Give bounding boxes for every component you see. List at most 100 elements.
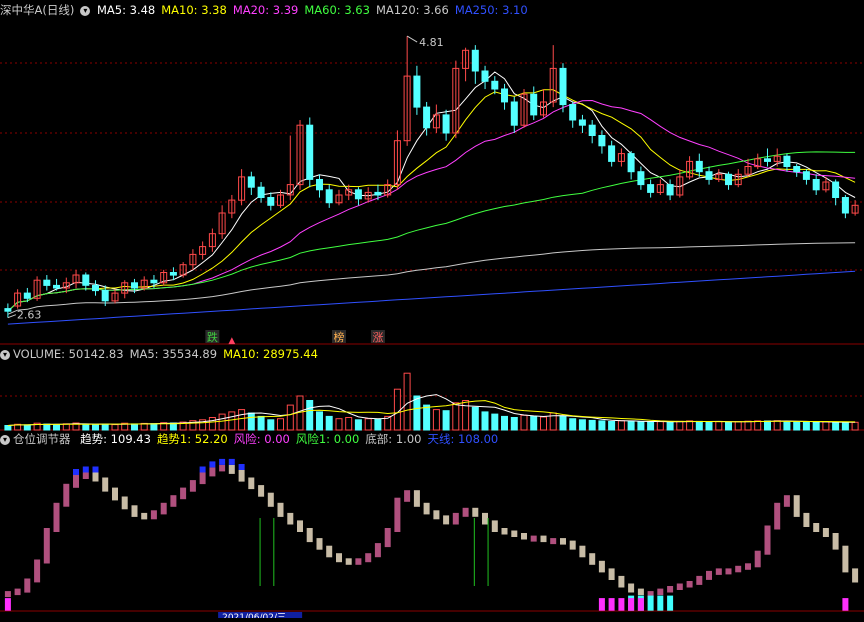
- trend-bar: [209, 467, 216, 477]
- indicator-title[interactable]: 仓位调节器: [13, 432, 71, 446]
- volume-bar: [43, 423, 51, 431]
- volume-bar: [92, 424, 99, 431]
- volume-bar: [569, 418, 577, 431]
- candle-body: [491, 80, 499, 90]
- trend-bar: [793, 495, 800, 517]
- trend-bar: [472, 507, 479, 517]
- volume-bar: [452, 402, 460, 431]
- volume-bar: [335, 418, 343, 431]
- stock-chart[interactable]: 4.81 2.63 跌 榜 涨 ▲ 2021/06/02/三: [0, 0, 864, 622]
- dropdown-arrow-icon[interactable]: ▾: [80, 5, 91, 16]
- trend-bar: [803, 512, 810, 527]
- volume-bar: [53, 424, 60, 431]
- trend-bar: [34, 559, 41, 583]
- trend-bar: [355, 558, 362, 565]
- trend-bar: [832, 533, 839, 550]
- trend-bar: [199, 472, 206, 485]
- volume-bar: [345, 417, 353, 431]
- volume-bar: [23, 424, 31, 431]
- trend-bar: [735, 565, 742, 573]
- volume-bar: [647, 421, 655, 431]
- price-header: 深中华A(日线) ▾ MA5: 3.48 MA10: 3.38 MA20: 3.39 M…: [0, 2, 540, 18]
- candle-body: [131, 282, 138, 289]
- ma10-line: [7, 89, 856, 312]
- candle-body: [471, 49, 479, 72]
- volume-ma5-line: [7, 394, 856, 426]
- volume-bar: [715, 421, 723, 431]
- top-zone-bar: [82, 466, 89, 473]
- trend-bar: [63, 483, 70, 507]
- trend-bar: [725, 568, 732, 575]
- candle-body: [325, 189, 333, 204]
- candle-body: [169, 272, 177, 276]
- trend-bar: [374, 543, 381, 558]
- volume-bar: [627, 420, 635, 431]
- candle-body: [23, 292, 31, 299]
- top-zone-bar: [199, 466, 206, 473]
- volume-label-vol: VOLUME: 50142.83: [13, 347, 124, 361]
- risk-bar: [4, 598, 11, 611]
- candle-body: [764, 158, 771, 162]
- top-zone-bar: [209, 461, 216, 468]
- dropdown-arrow-icon[interactable]: ▾: [0, 434, 10, 445]
- volume-label-ma10: MA10: 28975.44: [223, 347, 318, 361]
- volume-bar: [773, 420, 781, 431]
- trend-bar: [852, 568, 859, 583]
- trend-bar: [287, 512, 294, 525]
- risk-bar: [598, 598, 605, 611]
- volume-bar: [131, 423, 138, 431]
- indicator-label-top: 天线: 108.00: [427, 432, 499, 446]
- trend-bar: [598, 560, 605, 573]
- candle-body: [316, 179, 323, 191]
- trend-bar: [754, 550, 761, 568]
- ma120-line: [7, 242, 856, 315]
- volume-bar: [364, 418, 372, 431]
- volume-bar: [793, 421, 801, 431]
- trend-bar: [433, 510, 440, 520]
- volume-bar: [617, 420, 625, 431]
- candle-body: [569, 104, 577, 121]
- dropdown-arrow-icon[interactable]: ▾: [0, 349, 10, 360]
- volume-bar: [413, 395, 421, 431]
- candle-body: [501, 88, 508, 103]
- trend-bar: [53, 502, 60, 532]
- trend-bar: [783, 495, 790, 507]
- volume-bar: [676, 420, 684, 431]
- bottom-zone-bar: [667, 595, 674, 611]
- candle-body: [82, 274, 90, 286]
- stock-title[interactable]: 深中华A(日线): [0, 3, 74, 17]
- volume-bar: [481, 411, 489, 431]
- trend-bar: [618, 575, 625, 588]
- volume-bar: [608, 421, 616, 431]
- volume-bar: [471, 406, 479, 431]
- volume-bar: [267, 419, 275, 431]
- risk-bar: [628, 598, 635, 611]
- candle-body: [725, 173, 732, 186]
- risk-bar: [637, 598, 644, 611]
- low-marker-line: [7, 314, 17, 319]
- volume-bar: [656, 421, 664, 431]
- bottom-zone-bar: [657, 595, 664, 611]
- candle-body: [647, 184, 655, 193]
- indicator-label-bottom: 底部: 1.00: [365, 432, 422, 446]
- trend-bar: [82, 472, 89, 479]
- candle-body: [588, 124, 596, 136]
- candle-body: [598, 135, 606, 147]
- trend-bar: [92, 472, 99, 482]
- trend-bar: [24, 578, 31, 593]
- trend-bar: [462, 507, 469, 517]
- candle-body: [802, 171, 810, 180]
- trend-bar: [121, 496, 128, 510]
- candle-body: [442, 114, 450, 134]
- candle-body: [608, 145, 616, 162]
- volume-bar: [218, 413, 226, 431]
- candle-body: [101, 290, 109, 302]
- trend-bar: [550, 538, 557, 545]
- trend-bar: [764, 525, 771, 555]
- trend-bar: [569, 540, 576, 550]
- volume-bar: [530, 415, 538, 431]
- trend-bar: [189, 480, 196, 492]
- trend-bar: [813, 523, 820, 532]
- indicator-label-risk: 风险: 0.00: [233, 432, 290, 446]
- volume-bar: [540, 416, 547, 431]
